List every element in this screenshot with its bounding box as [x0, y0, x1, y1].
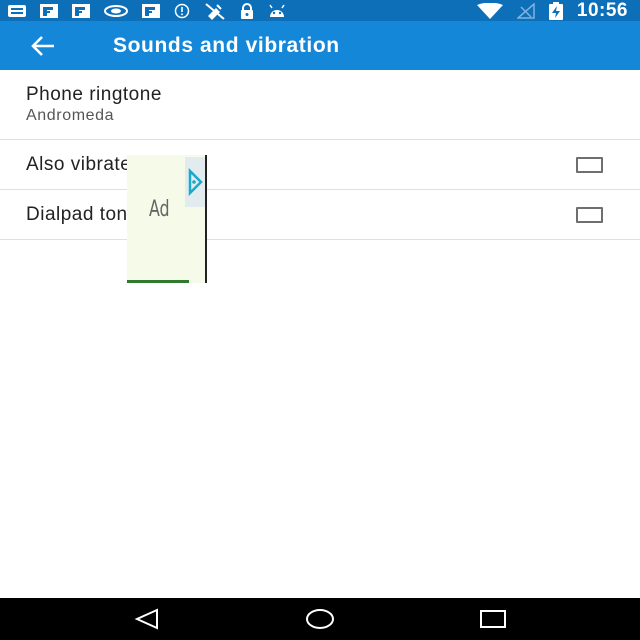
no-satellite-icon: [204, 0, 226, 21]
back-triangle-icon: [134, 608, 158, 630]
page-title: Sounds and vibration: [113, 33, 340, 57]
no-signal-icon: [516, 0, 535, 21]
signal-icon: [104, 0, 128, 21]
vibrate-checkbox[interactable]: [576, 156, 603, 173]
dialpad-checkbox[interactable]: [576, 206, 603, 223]
arrow-back-icon: [31, 35, 54, 56]
recents-square-icon: [480, 610, 507, 628]
home-circle-icon: [305, 609, 334, 629]
android-icon: [268, 0, 286, 21]
flipboard-icon: [72, 0, 90, 21]
nav-home-button[interactable]: [290, 598, 350, 640]
ringtone-value: Andromeda: [26, 107, 115, 124]
navigation-bar: [0, 598, 640, 640]
ad-label: Ad: [149, 197, 170, 222]
ad-banner[interactable]: Ad: [127, 155, 207, 283]
status-time: 10:56: [576, 0, 628, 21]
flipboard-icon: [142, 0, 160, 21]
message-icon: [8, 0, 26, 21]
notification-icons: [8, 0, 286, 21]
back-button[interactable]: [0, 21, 80, 70]
ad-divider: [127, 280, 189, 283]
info-icon: [174, 0, 190, 21]
status-bar: 10:56: [0, 0, 640, 21]
battery-charging-icon: [548, 0, 563, 21]
wifi-icon: [476, 0, 503, 21]
settings-list: Phone ringtone Andromeda Also vibrate fo…: [0, 70, 640, 240]
setting-title: Phone ringtone: [26, 84, 162, 105]
ad-choices-icon[interactable]: [185, 157, 205, 207]
system-icons: 10:56: [476, 0, 628, 21]
nav-recents-button[interactable]: [463, 598, 523, 640]
phone-ringtone-setting[interactable]: Phone ringtone Andromeda: [0, 70, 640, 140]
flipboard-icon: [40, 0, 58, 21]
app-bar: Sounds and vibration: [0, 21, 640, 70]
lock-icon: [240, 0, 254, 21]
nav-back-button[interactable]: [117, 598, 177, 640]
vibrate-for-calls-setting[interactable]: Also vibrate for calls: [0, 140, 640, 190]
dialpad-tones-setting[interactable]: Dialpad tones: [0, 190, 640, 240]
